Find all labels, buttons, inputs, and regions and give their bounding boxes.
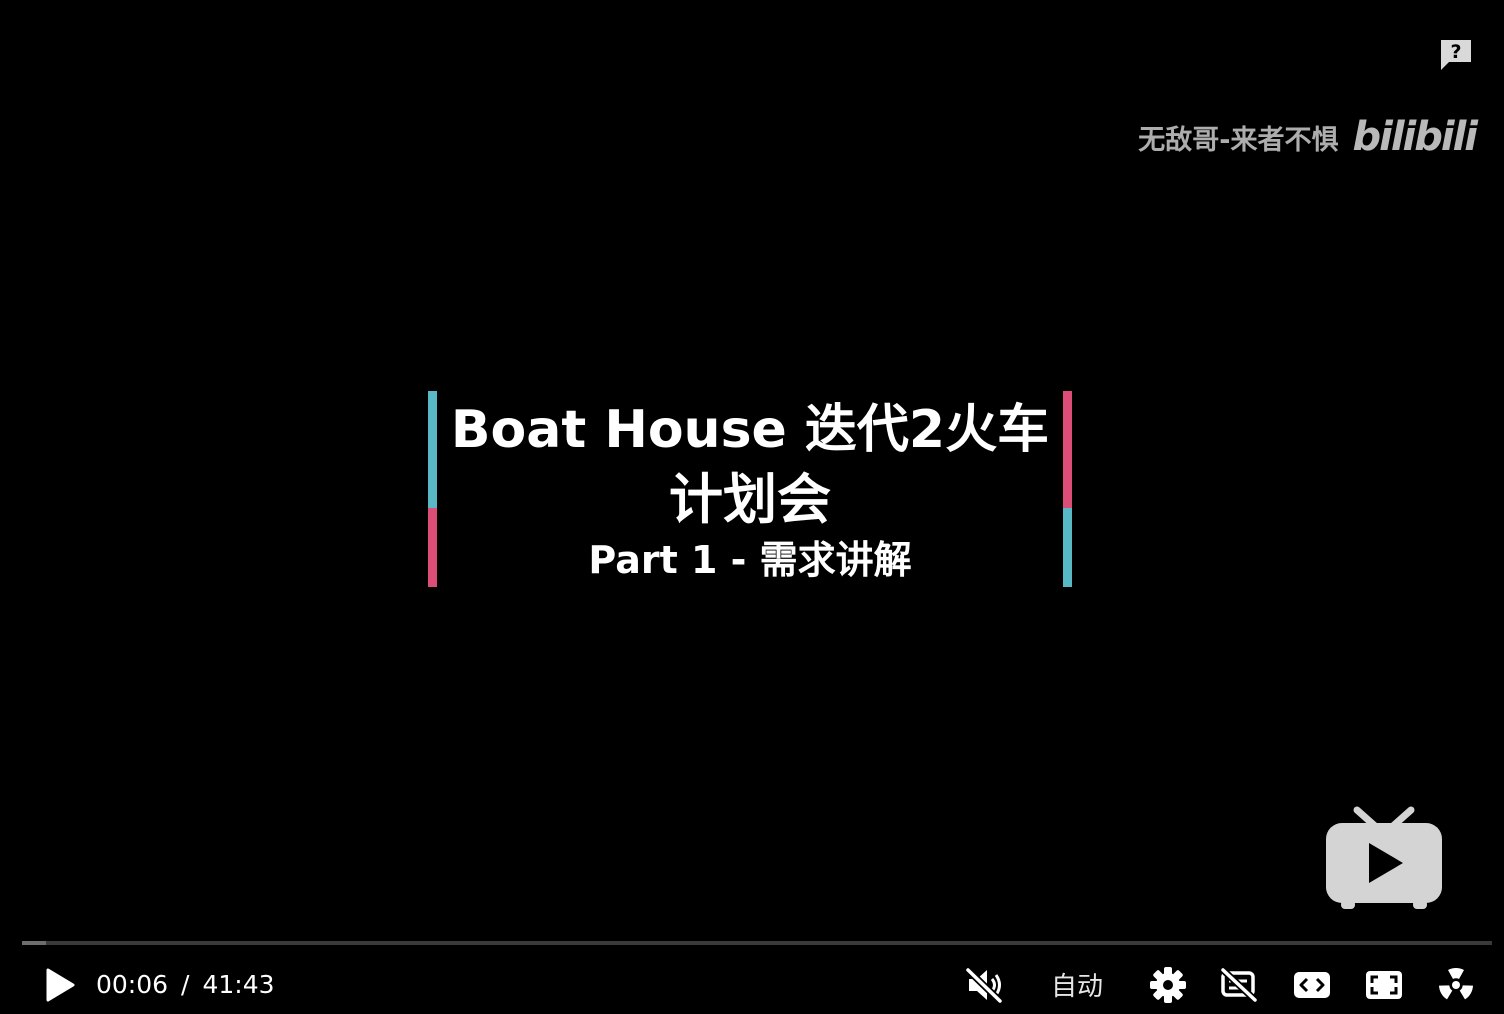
accent-bar-left-top: [428, 391, 437, 508]
title-card: Boat House 迭代2火车 计划会 Part 1 - 需求讲解: [428, 391, 1072, 587]
tv-play-icon[interactable]: [1323, 806, 1445, 912]
watermark: 无敌哥-来者不惧 bilibili: [1138, 114, 1478, 160]
feedback-question-icon[interactable]: ?: [1439, 38, 1473, 72]
mute-button[interactable]: [962, 955, 1008, 1014]
title-subtitle: Part 1 - 需求讲解: [588, 538, 912, 582]
muted-speaker-icon: [965, 966, 1003, 1003]
radiation-button[interactable]: [1434, 955, 1478, 1014]
danmaku-toggle[interactable]: [1216, 955, 1262, 1014]
progress-fill: [22, 941, 46, 945]
svg-text:?: ?: [1450, 41, 1461, 63]
play-button[interactable]: [38, 955, 82, 1014]
watermark-author: 无敌哥-来者不惧: [1138, 124, 1339, 156]
fullscreen-icon: [1366, 970, 1402, 999]
radiation-icon: [1439, 967, 1473, 999]
progress-bar[interactable]: [22, 941, 1492, 945]
control-bar: 00:06 / 41:43 自动: [0, 955, 1504, 1014]
widescreen-button[interactable]: [1290, 955, 1334, 1014]
title-line-1: Boat House 迭代2火车: [450, 400, 1050, 460]
duration: 41:43: [202, 970, 275, 999]
play-icon: [46, 968, 75, 1001]
time-display: 00:06 / 41:43: [96, 955, 275, 1014]
accent-bar-left-bottom: [428, 508, 437, 587]
current-time: 00:06: [96, 970, 169, 999]
settings-button[interactable]: [1146, 955, 1190, 1014]
gear-icon: [1150, 966, 1186, 1003]
accent-bar-right-top: [1063, 391, 1072, 508]
video-frame[interactable]: ? 无敌哥-来者不惧 bilibili Boat House 迭代2火车 计划会…: [0, 0, 1504, 1014]
widescreen-icon: [1294, 971, 1330, 998]
danmaku-off-icon: [1220, 966, 1258, 1003]
time-separator: /: [181, 970, 190, 999]
quality-selector[interactable]: 自动: [1042, 955, 1112, 1014]
fullscreen-button[interactable]: [1362, 955, 1406, 1014]
bilibili-logo: bilibili: [1352, 114, 1478, 160]
title-line-2: 计划会: [669, 468, 831, 531]
accent-bar-right-bottom: [1063, 508, 1072, 587]
